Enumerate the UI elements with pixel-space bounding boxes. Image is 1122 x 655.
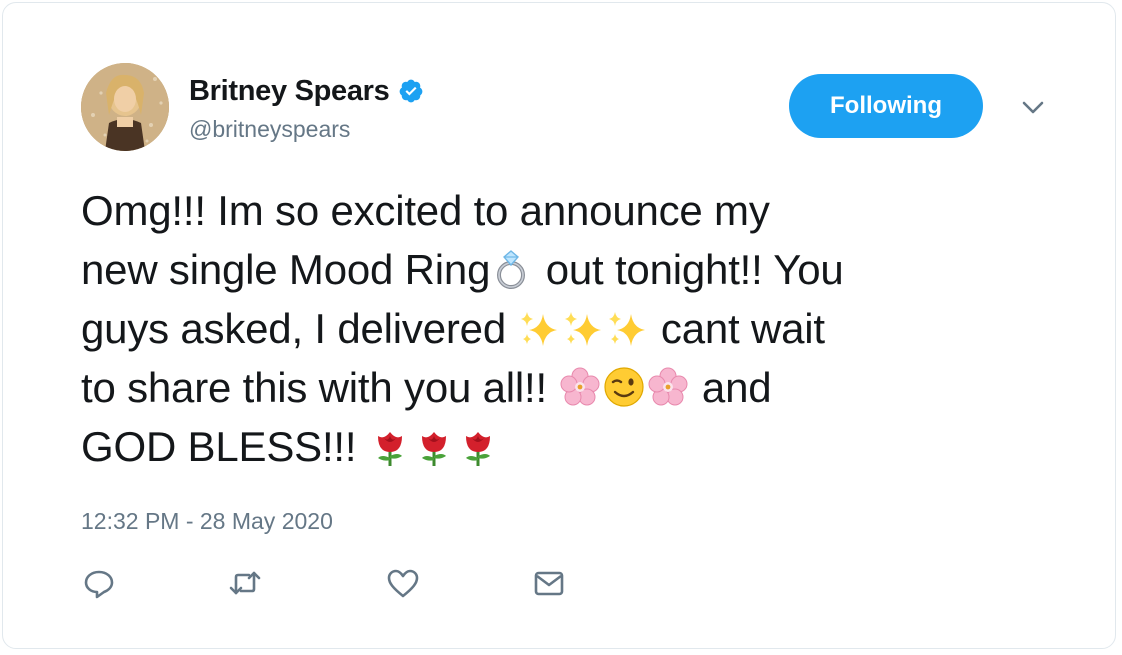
tweet-card: Britney Spears @britneyspears Following … (2, 2, 1116, 649)
rose-emoji-icon (412, 424, 456, 468)
tweet-text-segment: out tonight!! You (534, 246, 844, 293)
winking-face-emoji-icon (602, 365, 646, 409)
sparkles-emoji-icon (605, 306, 649, 350)
retweet-icon[interactable] (227, 565, 263, 601)
tweet-text-segment: new single Mood Ring (81, 246, 491, 293)
tweet-text-segment: Omg!!! Im so excited to announce my (81, 187, 770, 234)
avatar[interactable] (81, 63, 169, 151)
rose-emoji-icon (456, 424, 500, 468)
cherry-blossom-emoji-icon (646, 365, 690, 409)
name-row: Britney Spears (189, 71, 424, 111)
tweet-text-segment: guys asked, I delivered (81, 305, 518, 352)
display-name[interactable]: Britney Spears (189, 75, 390, 108)
user-handle[interactable]: @britneyspears (189, 116, 350, 143)
tweet-text-segment: and (690, 364, 772, 411)
following-button[interactable]: Following (789, 74, 983, 138)
tweet-line: new single Mood Ring out tonight!! You (81, 240, 1071, 299)
direct-message-icon[interactable] (531, 565, 567, 601)
tweet-text: Omg!!! Im so excited to announce my new … (81, 181, 1071, 476)
tweet-text-segment: cant wait (649, 305, 825, 352)
sparkles-emoji-icon (561, 306, 605, 350)
like-icon[interactable] (385, 565, 421, 601)
sparkles-emoji-icon (517, 306, 561, 350)
tweet-line: to share this with you all!! and (81, 358, 1071, 417)
tweet-text-segment: GOD BLESS!!! (81, 423, 368, 470)
tweet-timestamp[interactable]: 12:32 PM - 28 May 2020 (81, 508, 333, 535)
verified-badge-icon (398, 78, 424, 104)
ring-emoji-icon (490, 247, 534, 291)
reply-icon[interactable] (81, 565, 117, 601)
tweet-text-segment: to share this with you all!! (81, 364, 559, 411)
tweet-actions (81, 565, 601, 605)
chevron-down-icon[interactable] (1019, 98, 1047, 118)
cherry-blossom-emoji-icon (558, 365, 602, 409)
tweet-line: GOD BLESS!!! (81, 417, 1071, 476)
rose-emoji-icon (368, 424, 412, 468)
tweet-line: guys asked, I delivered cant wait (81, 299, 1071, 358)
tweet-line: Omg!!! Im so excited to announce my (81, 181, 1071, 240)
